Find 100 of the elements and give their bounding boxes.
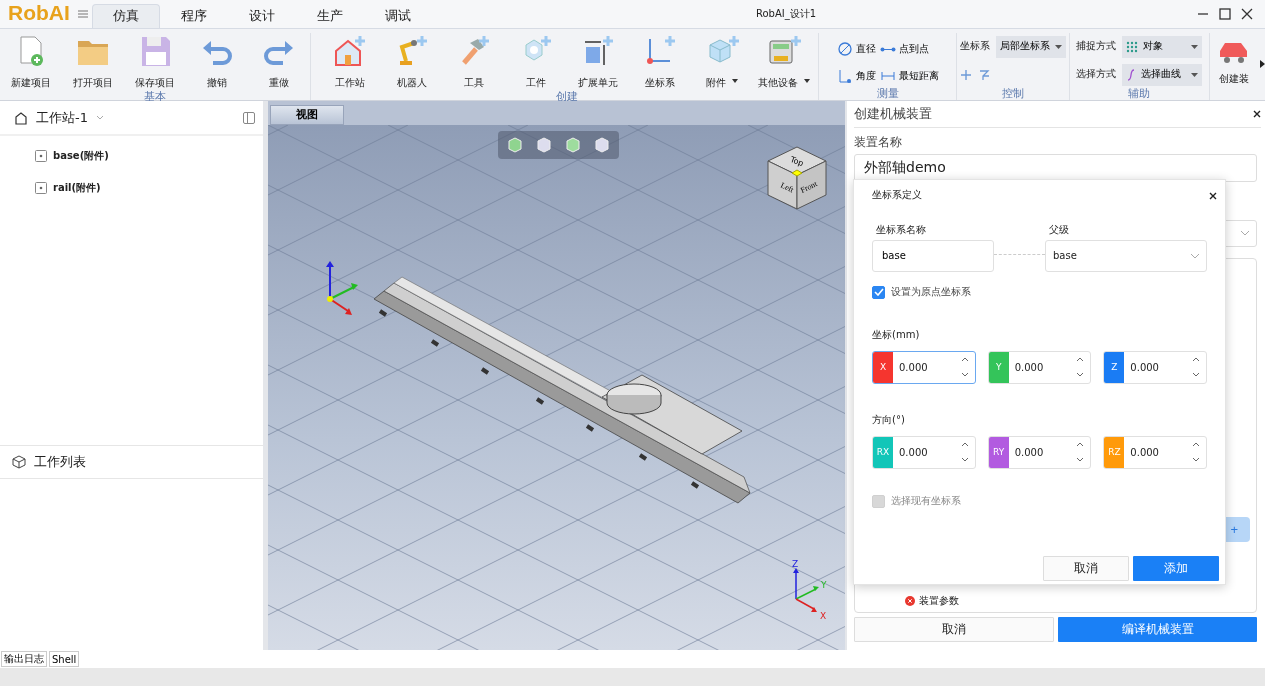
section-label: 坐标(mm)	[872, 327, 921, 342]
cancel-button[interactable]: 取消	[1043, 555, 1129, 581]
cube-face-label: Front	[799, 179, 819, 195]
window-title: RobAI_设计1	[756, 7, 817, 21]
number-field[interactable]: RX 0.000	[872, 435, 976, 469]
menu-tab[interactable]: 生产	[295, 3, 364, 28]
number-field[interactable]: RZ 0.000	[1103, 435, 1207, 469]
close-icon[interactable]	[1209, 191, 1217, 200]
ribbon-button[interactable]: 重做	[248, 32, 310, 90]
spinner-icon[interactable]	[960, 441, 969, 464]
ribbon-button[interactable]: 创建装	[1210, 32, 1258, 100]
compile-button[interactable]: 编译机械装置	[1058, 617, 1257, 643]
snap-dropdown[interactable]: 对象	[1122, 35, 1203, 58]
ribbon-button[interactable]: 工件	[504, 32, 567, 90]
spinner-icon[interactable]	[1192, 441, 1200, 464]
view-mode-icon[interactable]	[535, 135, 553, 154]
number-field[interactable]: Z 0.000	[1103, 350, 1207, 384]
frame-dropdown[interactable]: 局部坐标系	[995, 35, 1066, 58]
view-mode-icon[interactable]	[593, 135, 611, 154]
ribbon-button[interactable]: 撤销	[186, 32, 248, 90]
cube-icon	[12, 454, 26, 469]
expand-box-icon[interactable]	[35, 149, 47, 162]
axis-triad-drawing	[326, 260, 358, 315]
3d-viewport[interactable]: 视图 Top Left Front Z Y X	[268, 100, 845, 651]
select-dropdown[interactable]: 选择曲线	[1122, 63, 1203, 86]
point-to-point-icon	[879, 46, 896, 52]
ribbon-button[interactable]: 工具	[442, 32, 505, 90]
cube-face-label: Top	[788, 154, 805, 168]
frame-name-field[interactable]: base	[872, 239, 994, 272]
view-mode-icon[interactable]	[564, 135, 582, 154]
circle-diameter-icon	[836, 41, 853, 58]
checkbox[interactable]	[872, 285, 885, 299]
measure-button[interactable]: 最短距离	[879, 65, 939, 87]
tree-item[interactable]: rail(附件)	[53, 180, 101, 195]
tree-item[interactable]: base(附件)	[53, 148, 109, 163]
parent-dropdown[interactable]: base	[1045, 239, 1207, 272]
snap-label: 捕捉方式	[1076, 40, 1117, 54]
ribbon-button[interactable]: 机器人	[380, 32, 443, 90]
spinner-icon[interactable]	[1076, 441, 1085, 464]
chevron-down-icon	[1190, 252, 1200, 259]
section-label: 方向(°)	[872, 412, 906, 427]
device-name-field[interactable]: 外部轴demo	[854, 153, 1257, 182]
output-tab[interactable]: 输出日志	[1, 651, 47, 668]
axis-badge: RZ	[1104, 436, 1125, 468]
menu-tab[interactable]: 调试	[363, 3, 432, 28]
spinner-icon[interactable]	[1076, 356, 1085, 379]
caret-icon	[1191, 72, 1199, 77]
field-label: 父级	[1049, 222, 1069, 237]
ribbon-button[interactable]: 打开项目	[62, 32, 124, 90]
spinner-icon[interactable]	[960, 356, 969, 379]
group-label: 测量	[876, 86, 899, 100]
group-label: 控制	[1001, 86, 1024, 100]
curve-icon	[1126, 68, 1137, 81]
ribbon-button[interactable]: 其他设备	[752, 32, 815, 90]
axis-label: Y	[821, 579, 827, 590]
measure-button[interactable]: 直径	[836, 38, 876, 60]
station-title[interactable]: 工作站-1	[36, 109, 88, 128]
chevron-down-icon	[1240, 230, 1250, 237]
ribbon-button[interactable]: 工作站	[318, 32, 381, 90]
view-tab[interactable]: 视图	[270, 104, 344, 125]
field-label: 坐标系名称	[875, 222, 927, 237]
menu-tab[interactable]: 设计	[227, 3, 296, 28]
ribbon-button[interactable]: 保存项目	[124, 32, 186, 90]
number-field[interactable]: RY 0.000	[987, 435, 1092, 469]
maximize-icon[interactable]	[1219, 7, 1231, 20]
output-tab[interactable]: Shell	[49, 651, 80, 668]
param-item[interactable]: 装置参数	[919, 594, 959, 609]
menu-tab[interactable]: 程序	[159, 3, 228, 28]
add-button[interactable]: 添加	[1133, 555, 1219, 581]
caret-icon[interactable]	[803, 79, 810, 84]
axis-badge: RX	[873, 436, 893, 468]
ribbon-button[interactable]: 附件	[690, 32, 753, 90]
axis-badge: X	[873, 351, 893, 383]
axis-label: Z	[792, 558, 799, 569]
scroll-right-icon[interactable]	[1260, 60, 1265, 69]
panel-toggle-icon[interactable]	[243, 112, 255, 125]
close-icon[interactable]	[1253, 109, 1261, 118]
menu-tab[interactable]: 仿真	[91, 3, 160, 28]
measure-button[interactable]: 点到点	[879, 38, 939, 60]
cancel-button[interactable]: 取消	[854, 617, 1054, 643]
ribbon-button[interactable]: 扩展单元	[566, 32, 629, 90]
expand-box-icon[interactable]	[35, 181, 47, 194]
dialog-title: 坐标系定义	[872, 189, 922, 203]
close-icon[interactable]	[1241, 7, 1253, 20]
group-label: 创建	[555, 89, 578, 103]
app-logo: RobAI	[7, 0, 71, 26]
angle-icon	[836, 68, 853, 85]
caret-icon[interactable]	[731, 79, 738, 84]
checkbox-label: 选择现有坐标系	[891, 494, 961, 508]
ribbon-button[interactable]: 坐标系	[628, 32, 691, 90]
number-field[interactable]: X 0.000	[872, 350, 976, 384]
view-mode-icon[interactable]	[506, 135, 524, 154]
number-field[interactable]: Y 0.000	[987, 350, 1092, 384]
axis-badge: Y	[988, 351, 1009, 383]
ribbon-button[interactable]: 新建项目	[0, 32, 62, 90]
group-label: 辅助	[1128, 86, 1151, 100]
measure-button[interactable]: 角度	[836, 65, 876, 87]
view-cube-icon[interactable]	[767, 146, 827, 210]
spinner-icon[interactable]	[1192, 356, 1200, 379]
caret-icon	[1054, 44, 1062, 49]
